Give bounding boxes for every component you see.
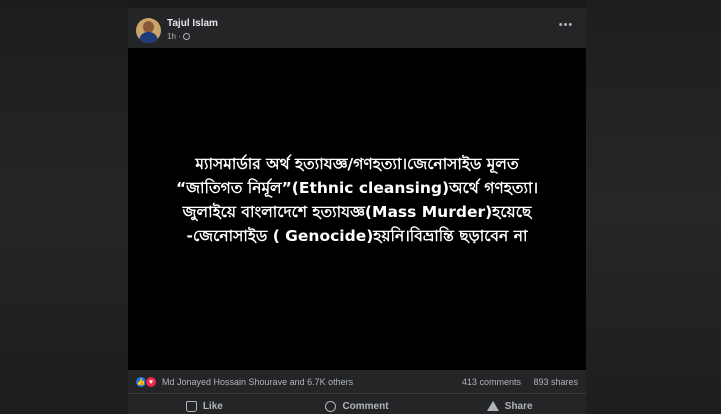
share-label: Share [504,401,533,412]
image-text: ম্যাসমার্ডার অর্থ হত্যাযজ্ঞ/গণহত্যা।জেনো… [147,152,567,248]
share-arrow-icon [486,401,499,411]
top-gap [128,0,586,8]
author-avatar[interactable] [136,18,161,43]
image-text-line: -জেনোসাইড ( Genocide)হয়নি।বিভ্রান্তি ছড… [186,227,528,245]
post-card: Tajul Islam 1h · ••• ম্যাসমার্ডার অর্থ হ… [128,8,586,414]
thumbs-up-icon [185,401,197,412]
comment-bubble-icon [325,401,337,412]
comment-button[interactable]: Comment [281,396,434,414]
action-bar: Like Comment Share [128,396,586,414]
comment-label: Comment [342,401,389,412]
image-text-line: ম্যাসমার্ডার অর্থ হত্যাযজ্ঞ/গণহত্যা।জেনো… [195,155,519,173]
like-button[interactable]: Like [128,396,281,414]
share-button[interactable]: Share [433,396,586,414]
image-text-line: জুলাইয়ে বাংলাদেশে হত্যাযজ্ঞ(Mass Murder… [182,203,532,221]
comments-count[interactable]: 413 comments [462,377,521,387]
post-image[interactable]: ম্যাসমার্ডার অর্থ হত্যাযজ্ঞ/গণহত্যা।জেনো… [128,48,586,370]
engagement-counts: 413 comments 893 shares [452,377,578,387]
reactions-bar: 👍 ♥ Md Jonayed Hossain Shourave and 6.7K… [128,370,586,394]
post-time[interactable]: 1h [167,32,176,41]
avatar-body [139,32,158,43]
feed-viewport: Tajul Islam 1h · ••• ম্যাসমার্ডার অর্থ হ… [0,0,721,414]
right-blurred-region [586,0,721,414]
post-meta: 1h · [167,32,190,41]
reactors-summary[interactable]: Md Jonayed Hossain Shourave and 6.7K oth… [162,377,353,387]
left-blurred-region [0,0,128,414]
reaction-icons[interactable]: 👍 ♥ [135,376,159,388]
image-text-line: “জাতিগত নির্মূল”(Ethnic cleansing)অর্থে … [175,179,539,197]
globe-icon [182,33,190,40]
like-label: Like [202,401,223,412]
love-reaction-icon: ♥ [145,376,157,388]
post-header: Tajul Islam 1h · ••• [128,8,586,48]
author-name[interactable]: Tajul Islam [167,18,218,29]
shares-count[interactable]: 893 shares [533,377,578,387]
more-options-icon[interactable]: ••• [558,20,574,31]
